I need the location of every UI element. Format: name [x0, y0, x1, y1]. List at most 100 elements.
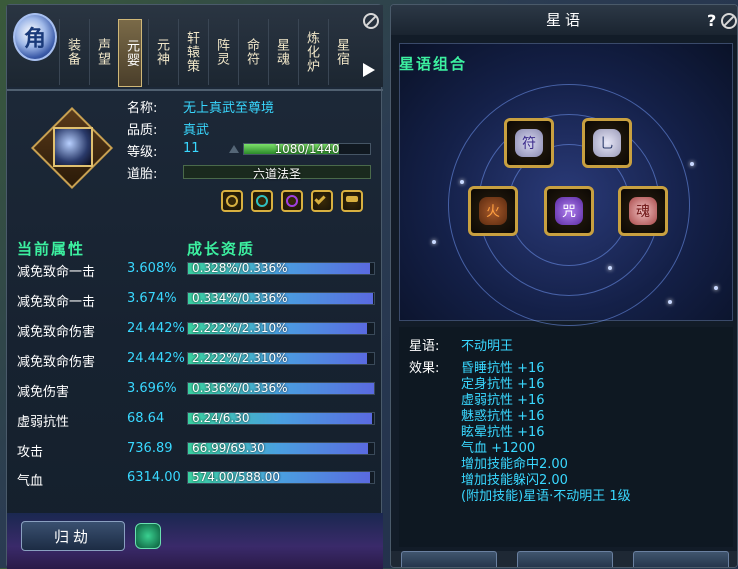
tab-yuanshen[interactable]: 元神 [148, 19, 171, 85]
tab-reputation[interactable]: 声望 [89, 19, 112, 85]
star-icon [432, 240, 436, 244]
attribute-value: 68.64 [127, 411, 165, 426]
attribute-row: 气血 6314.00 574.00/588.00 [7, 466, 383, 490]
right-footer [391, 551, 737, 567]
footer-button[interactable] [401, 551, 497, 567]
growth-bar: 574.00/588.00 [187, 471, 375, 484]
growth-text: 2.222%/2.310% [192, 322, 288, 335]
attribute-value: 3.608% [127, 261, 177, 276]
attribute-name: 减免致命一击 [17, 265, 96, 280]
guijie-button[interactable]: 归劫 [21, 521, 125, 551]
star-icon [690, 162, 694, 166]
growth-text: 66.99/69.30 [192, 442, 265, 455]
level-label: 等级: [127, 145, 158, 160]
tab-lianhualu[interactable]: 炼化炉 [298, 19, 321, 85]
growth-text: 0.328%/0.336% [192, 262, 288, 275]
exp-text: 1080/1440 [274, 142, 340, 156]
tab-yuanying[interactable]: 元婴 [118, 19, 142, 87]
attribute-value: 3.696% [127, 381, 177, 396]
ring-purple-icon[interactable] [281, 190, 303, 212]
growth-bar: 2.222%/2.310% [187, 322, 375, 335]
growth-text: 574.00/588.00 [192, 471, 281, 484]
growth-bar: 0.334%/0.336% [187, 292, 375, 305]
star-info-panel [399, 327, 733, 547]
star-icon [608, 266, 612, 270]
star-stone-slot[interactable]: 火 [468, 186, 518, 236]
hammer-gold-icon[interactable] [341, 190, 363, 212]
character-emblem-icon: 角 [13, 13, 57, 61]
growth-bar: 0.328%/0.336% [187, 262, 375, 275]
quality-label: 品质: [127, 123, 158, 138]
attribute-name: 减免伤害 [17, 385, 70, 400]
tab-equipment[interactable]: 装备 [59, 19, 82, 85]
check-gold-icon[interactable] [311, 190, 333, 212]
growth-text: 6.24/6.30 [192, 412, 250, 425]
star-stone-slot[interactable]: 魂 [618, 186, 668, 236]
attribute-name: 虚弱抗性 [17, 415, 70, 430]
star-lang-label: 星语: [409, 339, 440, 354]
name-label: 名称: [127, 101, 158, 116]
growth-bar: 0.336%/0.336% [187, 382, 375, 395]
left-panel: 角 装备 声望 元婴 元神 轩辕策 阵灵 命符 星魂 炼化炉 星宿 名称: 无上… [6, 4, 383, 569]
growth-aptitude-header: 成长资质 [187, 240, 256, 258]
rune-stone-icon: 咒 [555, 197, 583, 225]
star-icon [668, 300, 672, 304]
attribute-name: 气血 [17, 474, 44, 489]
divider [7, 89, 383, 91]
attribute-row: 虚弱抗性 68.64 6.24/6.30 [7, 407, 383, 431]
current-attributes-header: 当前属性 [17, 240, 86, 258]
jade-orb-icon[interactable] [135, 523, 161, 549]
star-stone-slot[interactable]: 乚 [582, 118, 632, 168]
next-tab-arrow-icon[interactable] [363, 63, 375, 77]
effect-line: (附加技能)星语·不动明王 1级 [461, 489, 631, 504]
growth-bar: 6.24/6.30 [187, 412, 375, 425]
tab-xingxiu[interactable]: 星宿 [328, 19, 351, 85]
tab-zhenling[interactable]: 阵灵 [208, 19, 231, 85]
star-stone-slot[interactable]: 符 [504, 118, 554, 168]
star-icon [714, 286, 718, 290]
attribute-value: 3.674% [127, 291, 177, 306]
attribute-value: 6314.00 [127, 470, 181, 485]
item-slot[interactable] [30, 105, 114, 199]
rune-stone-icon: 魂 [629, 197, 657, 225]
growth-bar: 66.99/69.30 [187, 442, 375, 455]
growth-text: 2.222%/2.310% [192, 352, 288, 365]
help-icon[interactable]: ? [707, 11, 716, 30]
attribute-name: 减免致命伤害 [17, 325, 96, 340]
level-value: 11 [183, 141, 200, 156]
right-panel: 星语 ? 符 乚 火 咒 魂 星语组合 星语: 不动明王 效果: 昏睡抗性 +1… [390, 4, 738, 568]
name-value: 无上真武至尊境 [183, 101, 275, 116]
star-combination-panel: 符 乚 火 咒 魂 [399, 43, 733, 326]
attribute-value: 24.442% [127, 351, 185, 366]
star-lang-value: 不动明王 [461, 339, 514, 354]
rune-stone-icon: 火 [479, 197, 507, 225]
close-icon[interactable] [363, 13, 379, 29]
star-icon [460, 180, 464, 184]
attribute-row: 减免致命伤害 24.442% 2.222%/2.310% [7, 317, 383, 341]
footer-button[interactable] [633, 551, 729, 567]
growth-text: 0.334%/0.336% [192, 292, 288, 305]
exp-bar: 1080/1440 [243, 142, 371, 156]
attribute-row: 减免致命一击 3.674% 0.334%/0.336% [7, 287, 383, 311]
attribute-name: 减免致命伤害 [17, 355, 96, 370]
rune-stone-icon: 符 [515, 129, 543, 157]
attribute-row: 攻击 736.89 66.99/69.30 [7, 437, 383, 461]
tab-xuanyuance[interactable]: 轩辕策 [178, 19, 201, 85]
embryo-value: 六道法圣 [252, 167, 301, 181]
rune-stone-icon: 乚 [593, 129, 621, 157]
ring-gold-icon[interactable] [221, 190, 243, 212]
attribute-name: 攻击 [17, 445, 44, 460]
embryo-label: 道胎: [127, 167, 158, 182]
tab-mingfu[interactable]: 命符 [238, 19, 261, 85]
attribute-value: 736.89 [127, 441, 173, 456]
attribute-name: 减免致命一击 [17, 295, 96, 310]
footer-button[interactable] [517, 551, 613, 567]
tab-xinghun[interactable]: 星魂 [268, 19, 291, 85]
star-stone-slot[interactable]: 咒 [544, 186, 594, 236]
panel-title: 星语 [391, 5, 737, 35]
yuanying-orb-icon [53, 127, 93, 167]
growth-text: 0.336%/0.336% [192, 382, 288, 395]
close-icon[interactable] [721, 13, 737, 29]
ring-teal-icon[interactable] [251, 190, 273, 212]
level-up-icon [229, 145, 239, 153]
